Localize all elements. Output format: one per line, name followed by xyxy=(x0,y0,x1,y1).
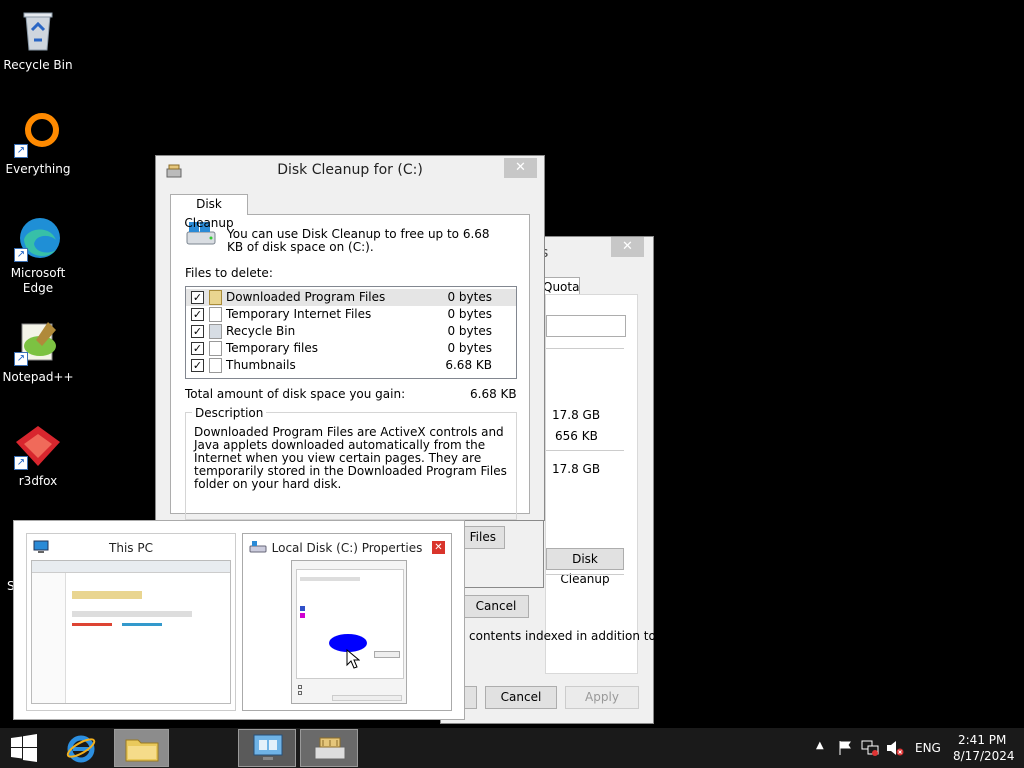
file-size: 0 bytes xyxy=(447,290,492,304)
desktop-icon-label: Microsoft Edge xyxy=(10,266,66,295)
taskbar-disk-cleanup[interactable] xyxy=(300,729,358,767)
file-size: 0 bytes xyxy=(447,341,492,355)
file-name: Temporary Internet Files xyxy=(226,307,372,321)
switcher-item-this-pc[interactable]: This PC xyxy=(26,533,236,711)
used-space-value: 17.8 GB xyxy=(552,408,601,422)
window-title: Disk Cleanup for (C:) xyxy=(277,162,423,178)
folder-icon xyxy=(125,739,159,762)
volume-muted-icon[interactable] xyxy=(886,740,904,756)
list-item[interactable]: ✓ Temporary Internet Files 0 bytes xyxy=(186,306,516,323)
switcher-item-local-disk-properties[interactable]: Local Disk (C:) Properties ✕ xyxy=(242,533,452,711)
recycle-bin-icon xyxy=(209,324,222,339)
total-gain-value: 6.68 KB xyxy=(470,387,517,401)
close-icon[interactable]: ✕ xyxy=(432,541,445,554)
disk-cleanup-button[interactable]: Disk Cleanup xyxy=(546,548,624,586)
close-button[interactable]: ✕ xyxy=(504,158,537,178)
taskbar-file-explorer[interactable] xyxy=(114,729,169,767)
free-space-value: 656 KB xyxy=(555,429,598,443)
file-icon xyxy=(209,341,222,356)
file-size: 0 bytes xyxy=(447,307,492,321)
list-item[interactable]: ✓ Thumbnails 6.68 KB xyxy=(186,357,516,374)
edge-icon: ↗ xyxy=(14,214,62,262)
title-bar[interactable]: Disk Cleanup for (C:) ✕ xyxy=(156,156,544,184)
folder-icon xyxy=(209,290,222,305)
language-indicator[interactable]: ENG xyxy=(915,741,941,755)
apply-button[interactable]: Apply xyxy=(565,686,639,709)
task-switcher[interactable]: This PC Local Disk (C:) Properties ✕ xyxy=(13,520,465,720)
notepad-plus-plus-icon: ↗ xyxy=(14,318,62,366)
properties-preview xyxy=(291,560,407,704)
file-name: Thumbnails xyxy=(226,358,296,372)
checkbox[interactable]: ✓ xyxy=(191,342,204,355)
this-pc-preview xyxy=(31,560,231,704)
file-name: Downloaded Program Files xyxy=(226,290,386,304)
windows-logo-icon xyxy=(11,734,37,762)
switcher-item-title: This PC xyxy=(109,541,153,555)
cancel-button[interactable]: Cancel xyxy=(485,686,557,709)
file-name: Temporary files xyxy=(226,341,318,355)
desktop-icon-label: Notepad++ xyxy=(2,370,74,384)
checkbox[interactable]: ✓ xyxy=(191,291,204,304)
shortcut-arrow-icon: ↗ xyxy=(14,144,28,158)
clock-date[interactable]: 8/17/2024 xyxy=(953,749,1015,763)
cancel-button[interactable]: Cancel xyxy=(463,595,529,618)
close-button[interactable]: ✕ xyxy=(611,237,644,257)
index-checkbox-text: contents indexed in addition to xyxy=(469,629,656,643)
desktop-icon-recycle-bin[interactable]: Recycle Bin xyxy=(0,6,76,73)
shortcut-arrow-icon: ↗ xyxy=(14,248,28,262)
recycle-bin-icon xyxy=(14,6,62,54)
taskbar-internet-explorer[interactable] xyxy=(56,729,106,767)
desktop-icon-notepad-plus-plus[interactable]: ↗ Notepad++ xyxy=(0,318,76,385)
r3dfox-icon: ↗ xyxy=(14,422,62,470)
checkbox[interactable]: ✓ xyxy=(191,308,204,321)
desktop-icon-label: Everything xyxy=(5,162,71,176)
desktop-icon-microsoft-edge[interactable]: ↗ Microsoft Edge xyxy=(0,214,76,296)
file-size: 6.68 KB xyxy=(445,358,492,372)
label-field[interactable] xyxy=(546,315,626,337)
network-icon[interactable] xyxy=(861,740,879,756)
capacity-value: 17.8 GB xyxy=(552,462,601,476)
tab-disk-cleanup[interactable]: Disk Cleanup xyxy=(170,194,248,230)
file-size: 0 bytes xyxy=(447,324,492,338)
shortcut-arrow-icon: ↗ xyxy=(14,456,28,470)
desktop-icon-everything[interactable]: ↗ Everything xyxy=(0,110,76,177)
taskbar: ▲ ENG 2:41 PM 8/17/2024 xyxy=(0,728,1024,768)
taskbar-this-pc[interactable] xyxy=(238,729,296,767)
control-panel-icon xyxy=(253,734,283,760)
clock-time[interactable]: 2:41 PM xyxy=(958,733,1006,747)
disk-cleanup-icon xyxy=(314,737,346,760)
mouse-cursor-icon xyxy=(346,649,360,669)
total-gain-label: Total amount of disk space you gain: xyxy=(185,387,406,401)
properties-panel: 17.8 GB 656 KB 17.8 GB Disk Cleanup xyxy=(545,294,638,674)
internet-explorer-icon xyxy=(66,735,96,763)
show-hidden-icons-icon[interactable]: ▲ xyxy=(816,740,824,751)
divider xyxy=(546,348,624,349)
files-to-delete-label: Files to delete: xyxy=(185,266,273,280)
description-label: Description xyxy=(192,406,267,420)
intro-text: You can use Disk Cleanup to free up to 6… xyxy=(227,227,490,254)
list-item[interactable]: ✓ Temporary files 0 bytes xyxy=(186,340,516,357)
file-icon xyxy=(209,358,222,373)
view-files-button-face[interactable]: Files xyxy=(463,526,505,549)
everything-icon: ↗ xyxy=(14,110,62,158)
files-to-delete-list[interactable]: ✓ Downloaded Program Files 0 bytes ✓ Tem… xyxy=(185,286,517,379)
switcher-item-title: Local Disk (C:) Properties xyxy=(271,541,423,555)
start-button[interactable] xyxy=(0,729,48,767)
divider xyxy=(546,450,624,451)
description-text: Downloaded Program Files are ActiveX con… xyxy=(194,425,507,491)
checkbox[interactable]: ✓ xyxy=(191,359,204,372)
file-name: Recycle Bin xyxy=(226,324,296,338)
shortcut-arrow-icon: ↗ xyxy=(14,352,28,366)
list-item[interactable]: ✓ Downloaded Program Files 0 bytes xyxy=(186,289,516,306)
desktop-icon-label: r3dfox xyxy=(18,474,58,488)
action-center-flag-icon[interactable] xyxy=(838,740,854,756)
desktop-icon-r3dfox[interactable]: ↗ r3dfox xyxy=(0,422,76,489)
list-item[interactable]: ✓ Recycle Bin 0 bytes xyxy=(186,323,516,340)
divider xyxy=(546,574,624,575)
desktop-icon-label: Recycle Bin xyxy=(3,58,73,72)
file-icon xyxy=(209,307,222,322)
checkbox[interactable]: ✓ xyxy=(191,325,204,338)
